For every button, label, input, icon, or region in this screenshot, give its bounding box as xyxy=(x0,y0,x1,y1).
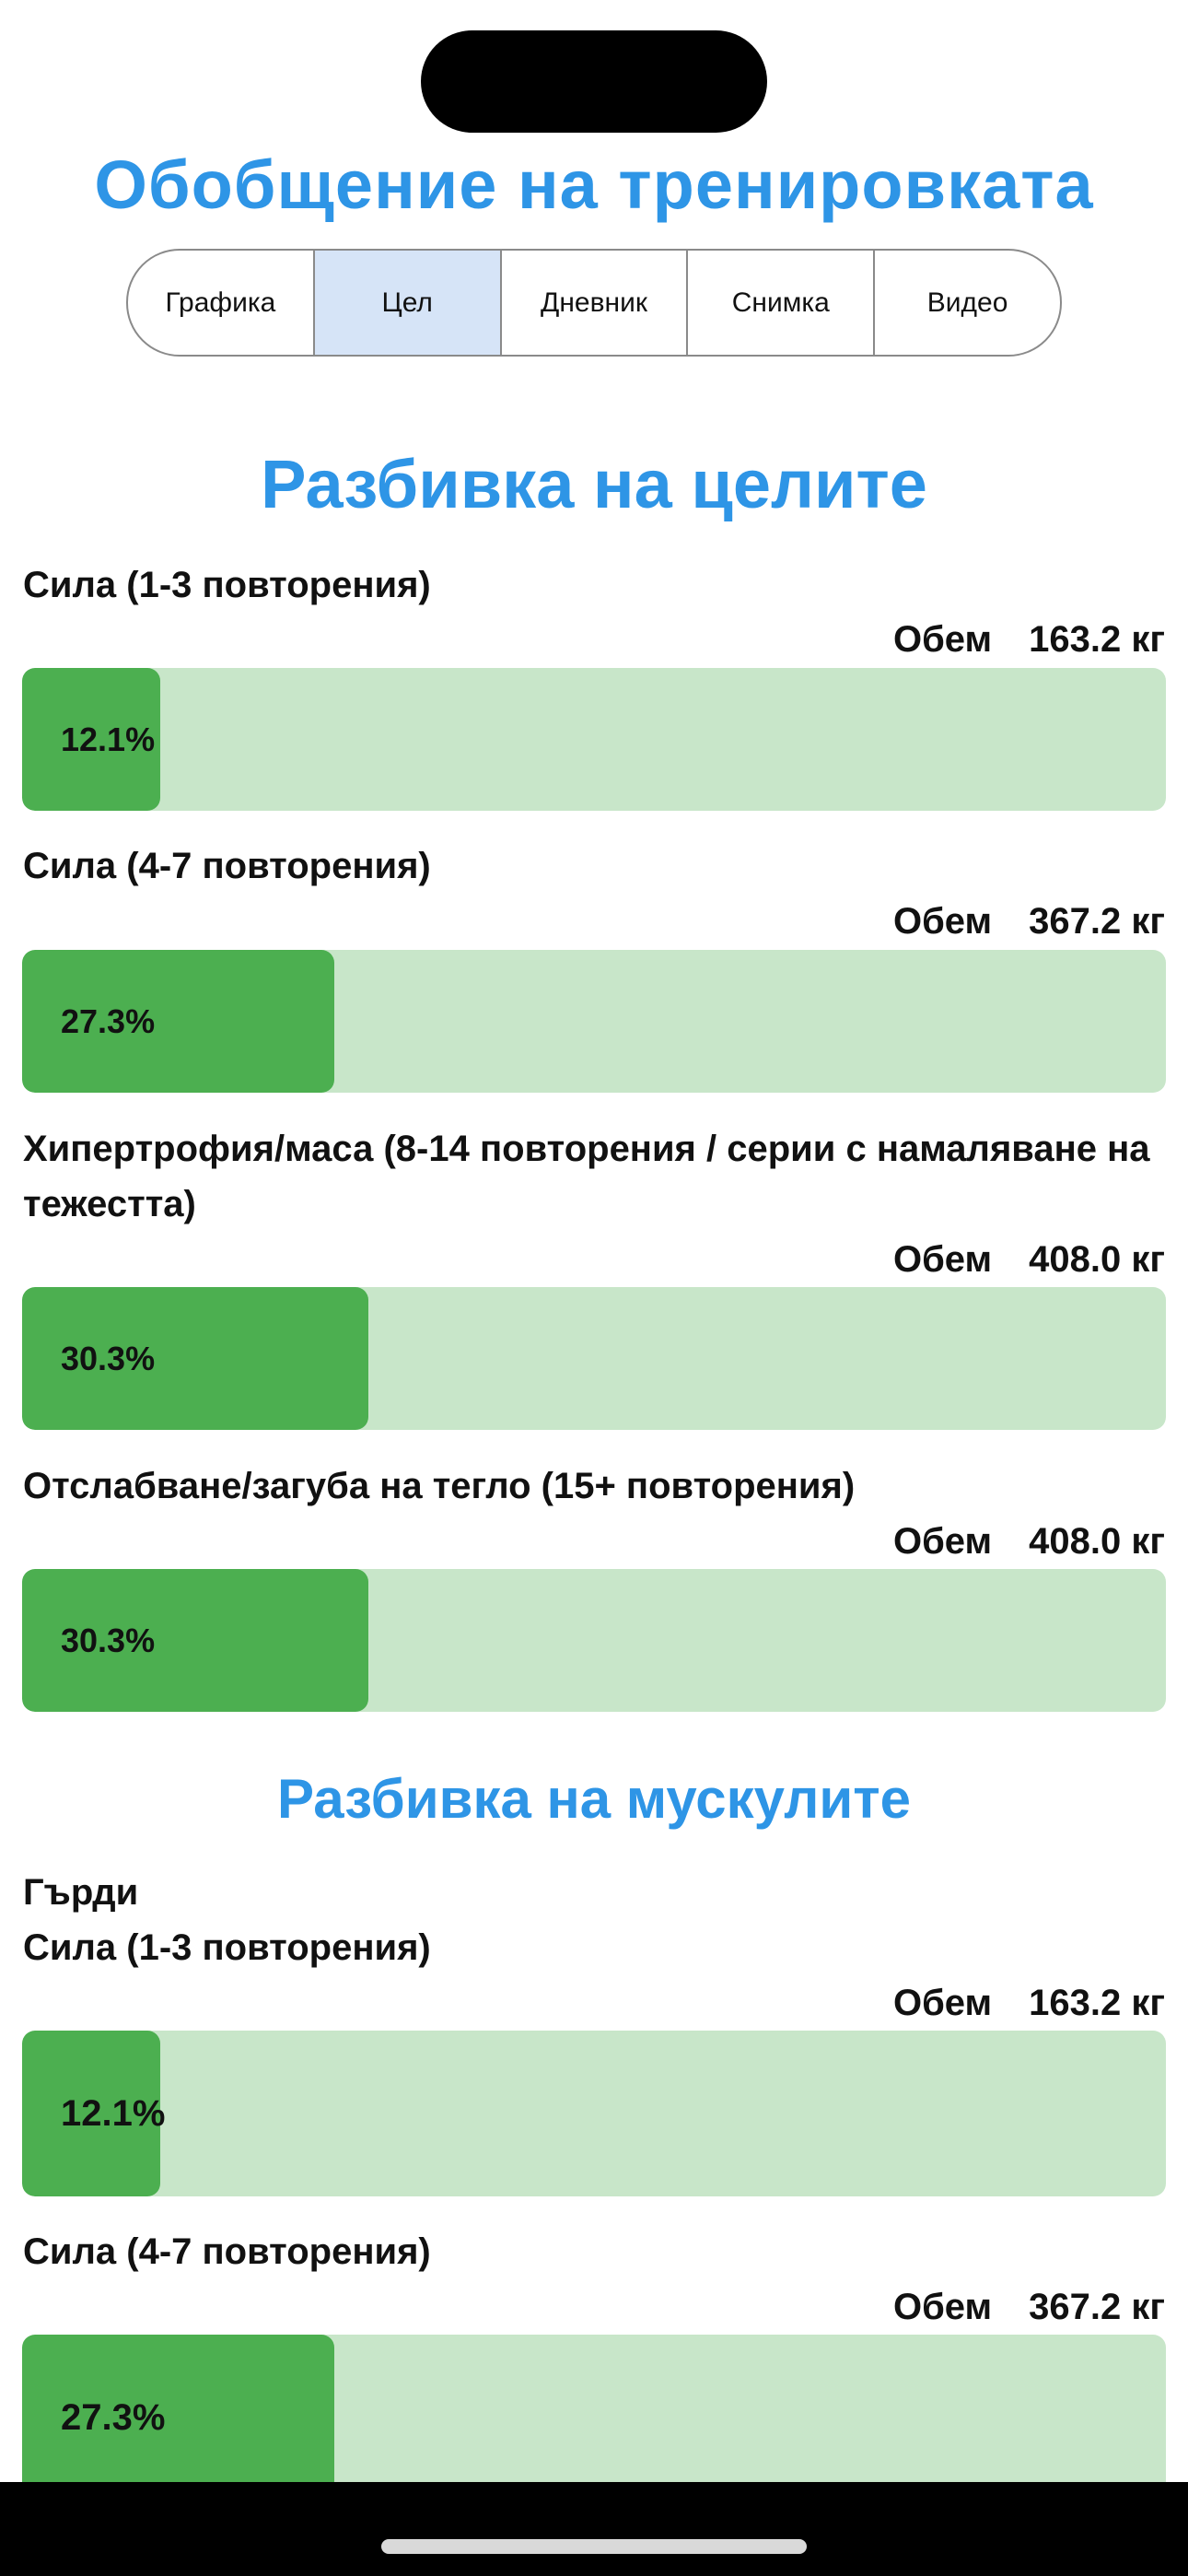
volume-label: Обем xyxy=(892,1239,993,1280)
goal-progress-bar: 27.3% xyxy=(22,950,1166,1093)
tab-graphics[interactable]: Графика xyxy=(128,251,315,355)
goal-volume: Обем 408.0 кг xyxy=(893,1521,1165,1563)
goals-section-title: Разбивка на целите xyxy=(261,446,927,522)
dynamic-island xyxy=(421,30,767,133)
volume-value: 163.2 кг xyxy=(1029,619,1165,660)
muscle-group-name: Гърди xyxy=(23,1872,139,1913)
goal-volume: Обем 408.0 кг xyxy=(893,1239,1165,1281)
volume-label: Обем xyxy=(892,1983,993,2023)
muscle-progress-bar: 27.3% xyxy=(22,2335,1166,2500)
goal-label: Сила (4-7 повторения) xyxy=(23,846,431,886)
goal-percent-text: 30.3% xyxy=(61,1339,156,1377)
volume-value: 367.2 кг xyxy=(1029,901,1165,942)
home-indicator[interactable] xyxy=(381,2539,807,2554)
goal-percent-text: 27.3% xyxy=(61,1001,156,1040)
page-title: Обобщение на тренировката xyxy=(94,146,1094,223)
tab-segmented-control: Графика Цел Дневник Снимка Видео xyxy=(126,249,1062,357)
muscles-section-title: Разбивка на мускулите xyxy=(276,1768,912,1830)
home-bar-area xyxy=(0,2482,1188,2576)
goal-label: Отслабване/загуба на тегло (15+ повторен… xyxy=(23,1466,856,1506)
goal-percent-text: 30.3% xyxy=(61,1621,156,1659)
volume-value: 367.2 кг xyxy=(1029,2287,1165,2327)
muscle-percent-text: 12.1% xyxy=(61,2092,166,2134)
volume-value: 163.2 кг xyxy=(1029,1983,1165,2023)
tab-video[interactable]: Видео xyxy=(875,251,1060,355)
goal-percent-text: 12.1% xyxy=(61,720,156,758)
muscle-progress-bar: 12.1% xyxy=(22,2031,1166,2196)
muscle-volume: Обем 367.2 кг xyxy=(893,2287,1165,2328)
volume-label: Обем xyxy=(892,901,993,942)
muscle-goal-label: Сила (1-3 повторения) xyxy=(23,1927,431,1968)
tab-photo[interactable]: Снимка xyxy=(688,251,876,355)
volume-value: 408.0 кг xyxy=(1029,1239,1165,1280)
volume-label: Обем xyxy=(892,2287,993,2327)
goal-label: Сила (1-3 повторения) xyxy=(23,565,431,605)
workout-summary-screen: Обобщение на тренировката Графика Цел Дн… xyxy=(0,0,1188,2576)
muscle-goal-label: Сила (4-7 повторения) xyxy=(23,2231,431,2272)
goal-progress-bar: 30.3% xyxy=(22,1287,1166,1430)
volume-value: 408.0 кг xyxy=(1029,1521,1165,1562)
muscle-volume: Обем 163.2 кг xyxy=(893,1983,1165,2024)
tab-log[interactable]: Дневник xyxy=(502,251,689,355)
tab-goal[interactable]: Цел xyxy=(314,251,502,355)
volume-label: Обем xyxy=(892,1521,993,1562)
goal-volume: Обем 367.2 кг xyxy=(893,901,1165,943)
goal-volume: Обем 163.2 кг xyxy=(893,619,1165,661)
muscle-percent-text: 27.3% xyxy=(61,2396,166,2438)
goal-progress-bar: 12.1% xyxy=(22,668,1166,811)
volume-label: Обем xyxy=(892,619,993,660)
goal-progress-bar: 30.3% xyxy=(22,1569,1166,1712)
goal-label: Хипертрофия/маса (8-14 повторения / сери… xyxy=(23,1129,1150,1224)
